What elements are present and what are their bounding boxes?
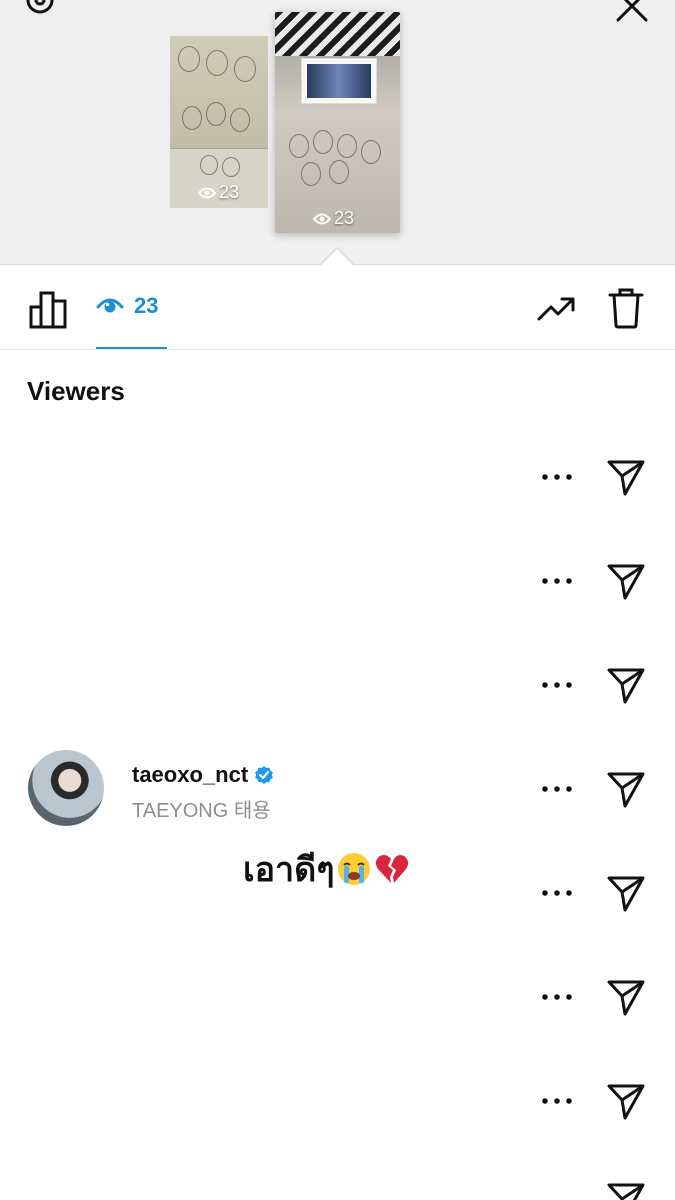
viewers-heading: Viewers <box>27 376 125 406</box>
overlay-caption: เอาดีๆ <box>243 842 410 896</box>
viewer-row-actions <box>540 873 650 913</box>
viewers-count: 23 <box>134 293 159 318</box>
story-view-count: 23 <box>313 208 354 229</box>
avatar[interactable] <box>28 750 104 826</box>
viewer-username[interactable]: taeoxo_nct <box>132 762 274 788</box>
story-preview-area: 23 23 <box>0 0 675 265</box>
polaroid-photo-image <box>301 58 377 104</box>
trash-icon[interactable] <box>608 287 644 329</box>
settings-gear-icon[interactable] <box>22 0 58 18</box>
send-message-icon[interactable] <box>606 873 646 913</box>
viewer-row-actions <box>540 769 650 809</box>
more-options-icon[interactable] <box>540 985 574 1009</box>
viewer-row-actions <box>540 665 650 705</box>
send-message-icon[interactable] <box>606 1180 646 1200</box>
eye-icon <box>313 213 331 224</box>
send-message-icon[interactable] <box>606 457 646 497</box>
more-options-icon[interactable] <box>540 569 574 593</box>
broken-heart-icon <box>376 855 409 883</box>
send-message-icon[interactable] <box>606 561 646 601</box>
insights-tab-bar: 23 <box>0 265 675 350</box>
more-options-icon[interactable] <box>540 777 574 801</box>
bar-chart-icon[interactable] <box>28 289 70 329</box>
viewer-row-actions <box>540 977 650 1017</box>
tab-viewers[interactable]: 23 <box>96 293 158 319</box>
more-options-icon[interactable] <box>540 1089 574 1113</box>
close-icon[interactable] <box>612 0 652 26</box>
viewer-row-actions <box>540 457 650 497</box>
story-view-count: 23 <box>198 182 239 203</box>
send-message-icon[interactable] <box>606 1081 646 1121</box>
eye-icon <box>96 298 124 313</box>
more-options-icon[interactable] <box>540 465 574 489</box>
selection-pointer <box>321 249 353 265</box>
send-message-icon[interactable] <box>606 769 646 809</box>
striped-fabric-image <box>275 12 400 56</box>
loudly-crying-face-icon <box>338 853 371 885</box>
active-tab-indicator <box>96 347 167 349</box>
more-options-icon[interactable] <box>540 881 574 905</box>
eye-icon <box>198 187 216 198</box>
viewer-row-actions <box>540 1180 650 1200</box>
viewer-full-name: TAEYONG 태용 <box>132 800 271 822</box>
story-thumbnail-current[interactable]: 23 <box>275 12 400 233</box>
more-options-icon[interactable] <box>540 673 574 697</box>
viewer-row-actions <box>540 1081 650 1121</box>
verified-badge-icon <box>255 766 274 784</box>
send-message-icon[interactable] <box>606 977 646 1017</box>
story-thumbnail-previous[interactable]: 23 <box>170 36 268 208</box>
send-message-icon[interactable] <box>606 665 646 705</box>
viewer-row-actions <box>540 561 650 601</box>
trending-up-icon[interactable] <box>536 293 576 323</box>
